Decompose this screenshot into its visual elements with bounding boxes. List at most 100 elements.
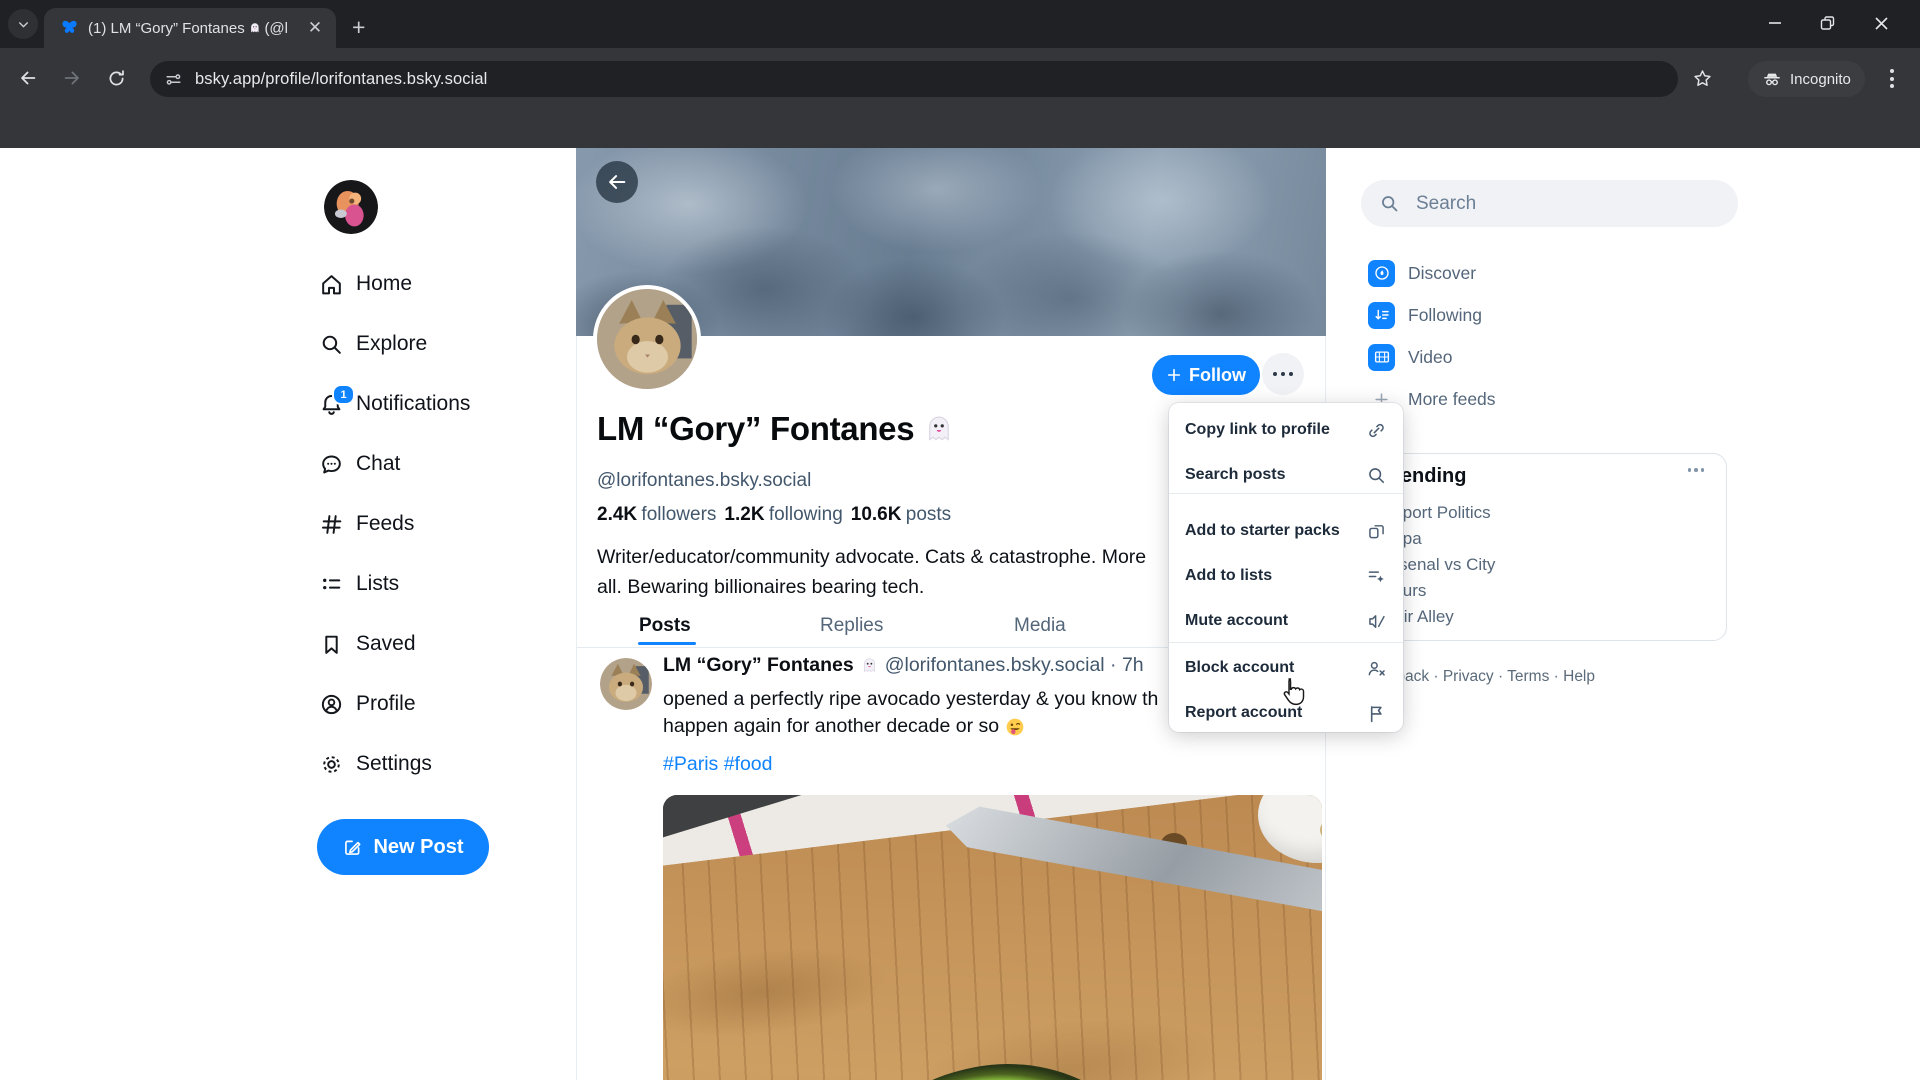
browser-menu-icon[interactable] xyxy=(1890,69,1894,88)
search-input[interactable] xyxy=(1414,192,1698,216)
trending-more-icon[interactable] xyxy=(1688,468,1705,472)
sidebar-item-profile[interactable]: Profile xyxy=(318,684,518,724)
bookmark-star-icon[interactable] xyxy=(1688,64,1716,92)
sidebar-item-label: Explore xyxy=(356,332,427,356)
sidebar-item-label: Feeds xyxy=(356,512,414,536)
profile-handle: @lorifontanes.bsky.social xyxy=(597,470,811,492)
search-icon xyxy=(1365,464,1387,486)
tab-replies[interactable]: Replies xyxy=(820,615,883,637)
tab-close-icon[interactable]: ✕ xyxy=(304,17,326,39)
sidebar-item-explore[interactable]: Explore xyxy=(318,324,518,364)
feed-video[interactable]: Video xyxy=(1368,343,1698,371)
screen: (1) LM “Gory” Fontanes (@l ✕ + bsky.app/… xyxy=(0,0,1920,1080)
add-list-icon xyxy=(1365,565,1387,587)
menu-item-label: Block account xyxy=(1185,659,1294,677)
list-icon xyxy=(318,571,344,597)
profile-more-button[interactable] xyxy=(1262,353,1304,395)
window-restore-button[interactable] xyxy=(1812,10,1842,36)
bell-icon: 1 xyxy=(318,391,344,417)
tab-media[interactable]: Media xyxy=(1014,615,1066,637)
menu-item-mute-account[interactable]: Mute account xyxy=(1169,599,1403,643)
sidebar-item-notifications[interactable]: 1 Notifications xyxy=(318,384,518,424)
sidebar-item-settings[interactable]: Settings xyxy=(318,744,518,784)
sidebar-item-chat[interactable]: Chat xyxy=(318,444,518,484)
posts-stat: 10.6K posts xyxy=(851,504,951,526)
mute-icon xyxy=(1365,610,1387,632)
post-text-line1: opened a perfectly ripe avocado yesterda… xyxy=(663,688,1158,711)
site-settings-icon[interactable] xyxy=(164,70,183,89)
gear-icon xyxy=(318,751,344,777)
sidebar-item-home[interactable]: Home xyxy=(318,264,518,304)
avatar[interactable] xyxy=(324,180,378,234)
notifications-badge: 1 xyxy=(332,384,355,405)
follow-button[interactable]: Follow xyxy=(1152,355,1260,395)
sidebar-item-lists[interactable]: Lists xyxy=(318,564,518,604)
browser-tab[interactable]: (1) LM “Gory” Fontanes (@l ✕ xyxy=(44,8,336,48)
reload-button[interactable] xyxy=(102,64,130,92)
sidebar-item-label: Home xyxy=(356,272,412,296)
address-bar[interactable]: bsky.app/profile/lorifontanes.bsky.socia… xyxy=(150,61,1678,97)
feed-following[interactable]: Following xyxy=(1368,301,1698,329)
window-minimize-button[interactable] xyxy=(1760,10,1790,36)
url-text: bsky.app/profile/lorifontanes.bsky.socia… xyxy=(195,70,487,89)
discover-feed-icon xyxy=(1368,260,1395,287)
feed-label: Discover xyxy=(1408,263,1476,284)
profile-bio-line2: all. Bewaring billionaires bearing tech. xyxy=(597,576,924,599)
incognito-label: Incognito xyxy=(1790,71,1851,88)
incognito-badge: Incognito xyxy=(1748,61,1865,97)
mouse-cursor xyxy=(1276,676,1308,715)
hash-icon xyxy=(318,511,344,537)
new-post-button[interactable]: New Post xyxy=(317,819,489,875)
post-avatar[interactable] xyxy=(600,658,652,710)
post-hashtags[interactable]: #Paris #food xyxy=(663,753,773,776)
post-author-line[interactable]: LM “Gory” Fontanes @lorifontanes.bsky.so… xyxy=(663,654,1144,677)
ghost-icon xyxy=(861,657,878,674)
sidebar-item-label: Settings xyxy=(356,752,432,776)
post-image[interactable] xyxy=(663,795,1322,1080)
chat-icon xyxy=(318,451,344,477)
following-stat[interactable]: 1.2K following xyxy=(724,504,842,526)
search-box[interactable] xyxy=(1361,180,1738,227)
menu-item-label: Search posts xyxy=(1185,466,1285,484)
feed-more[interactable]: More feeds xyxy=(1368,385,1698,413)
feed-discover[interactable]: Discover xyxy=(1368,259,1698,287)
sidebar-item-label: Chat xyxy=(356,452,400,476)
ghost-icon xyxy=(249,21,261,35)
post-author-name[interactable]: LM “Gory” Fontanes xyxy=(663,654,854,677)
menu-item-label: Add to starter packs xyxy=(1185,522,1340,540)
feed-label: Video xyxy=(1408,347,1452,368)
sidebar-item-feeds[interactable]: Feeds xyxy=(318,504,518,544)
tab-search-button[interactable] xyxy=(8,9,38,39)
profile-stats: 2.4K followers 1.2K following 10.6K post… xyxy=(597,504,951,526)
profile-name: LM “Gory” Fontanes xyxy=(597,410,954,448)
following-feed-icon xyxy=(1368,302,1395,329)
menu-item-label: Add to lists xyxy=(1185,567,1272,585)
back-button[interactable] xyxy=(14,64,42,92)
active-tab-underline xyxy=(638,642,696,645)
tab-posts[interactable]: Posts xyxy=(639,615,691,637)
incognito-icon xyxy=(1762,69,1782,89)
profile-back-button[interactable] xyxy=(596,161,638,203)
menu-item-copy-link[interactable]: Copy link to profile xyxy=(1169,408,1403,452)
new-tab-button[interactable]: + xyxy=(352,16,365,39)
tab-title: (1) LM “Gory” Fontanes (@l xyxy=(88,20,288,37)
sidebar-item-label: Saved xyxy=(356,632,416,656)
new-post-label: New Post xyxy=(373,836,463,859)
menu-item-search-posts[interactable]: Search posts xyxy=(1169,453,1403,497)
sidebar-item-saved[interactable]: Saved xyxy=(318,624,518,664)
menu-item-add-to-lists[interactable]: Add to lists xyxy=(1169,554,1403,598)
menu-divider xyxy=(1169,642,1403,643)
followers-stat[interactable]: 2.4K followers xyxy=(597,504,716,526)
follow-label: Follow xyxy=(1189,365,1246,386)
menu-item-add-starter-packs[interactable]: Add to starter packs xyxy=(1169,509,1403,553)
post-text-line2: happen again for another decade or so xyxy=(663,715,1025,738)
window-close-button[interactable] xyxy=(1866,10,1896,36)
feed-label: More feeds xyxy=(1408,389,1496,410)
flag-icon xyxy=(1365,702,1387,724)
plus-icon xyxy=(1166,367,1182,383)
sidebar-item-label: Notifications xyxy=(356,392,470,416)
forward-button[interactable] xyxy=(58,64,86,92)
search-icon xyxy=(318,331,344,357)
profile-avatar[interactable] xyxy=(593,285,701,393)
menu-divider xyxy=(1169,493,1403,494)
